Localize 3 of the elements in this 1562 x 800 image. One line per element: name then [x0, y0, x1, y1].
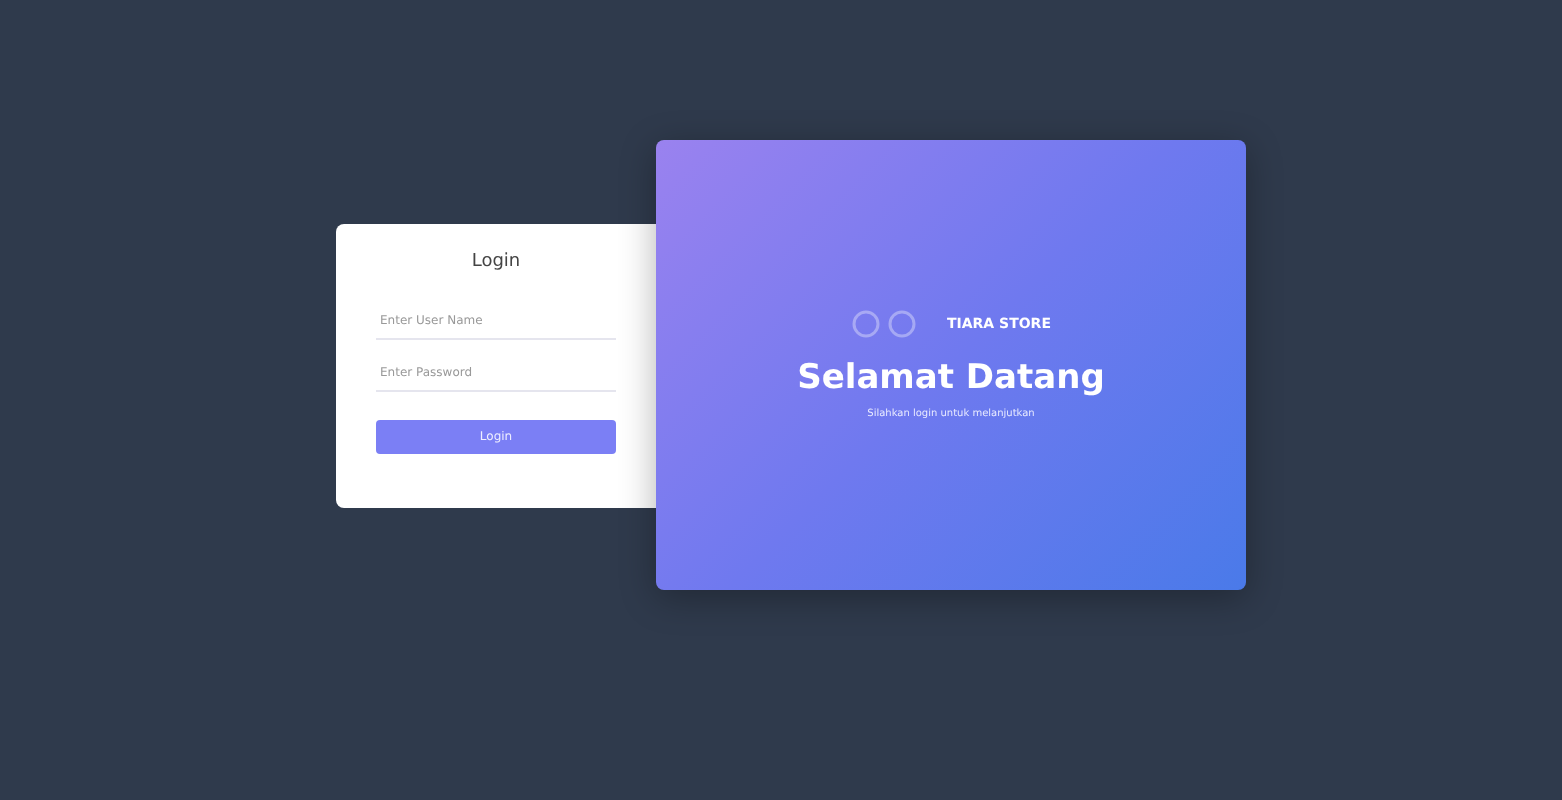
welcome-title: Selamat Datang — [797, 358, 1105, 398]
login-title: Login — [469, 251, 523, 271]
logo-icon — [851, 310, 919, 338]
